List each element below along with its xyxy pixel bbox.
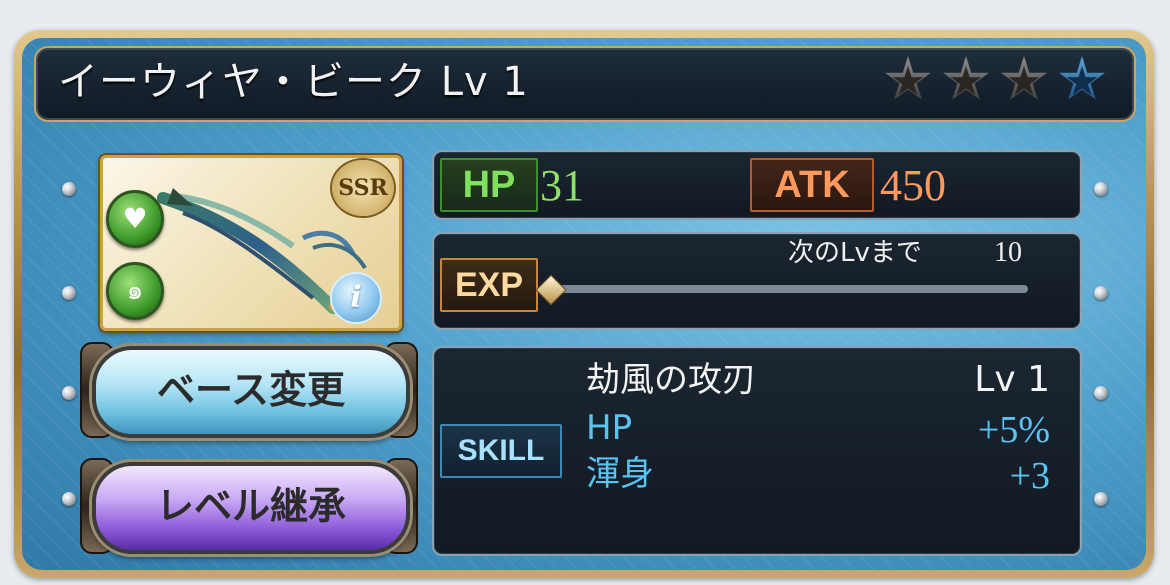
rivet [1094, 492, 1108, 506]
info-icon[interactable]: i [330, 272, 382, 324]
exp-label: EXP [440, 258, 538, 312]
hp-label: HP [440, 158, 538, 212]
ssr-badge: SSR [332, 160, 394, 216]
star-filled-icon [1000, 56, 1048, 100]
exp-progress-bar [552, 285, 1028, 293]
skill-name: 劫風の攻刃 [586, 360, 756, 400]
star-filled-icon [884, 56, 932, 100]
weapon-title: イーウィヤ・ビーク Lv 1 [58, 59, 529, 105]
rivet [62, 286, 76, 300]
change-base-button[interactable]: ベース変更 [92, 346, 410, 438]
rivet [62, 386, 76, 400]
skill-level: Lv 1 [974, 359, 1050, 400]
skill-label: SKILL [440, 424, 562, 478]
atk-label: ATK [750, 158, 874, 212]
rivet [62, 182, 76, 196]
skill-effect-value: +3 [1009, 455, 1050, 497]
next-level-value: 10 [994, 237, 1022, 268]
rarity-stars [884, 52, 1114, 108]
inherit-level-button[interactable]: レベル継承 [92, 462, 410, 554]
rivet [1094, 386, 1108, 400]
star-empty-icon [1058, 56, 1106, 100]
rivet [1094, 286, 1108, 300]
wind-element-icon: ๑ [106, 262, 164, 320]
next-level-text: 次のLvまで [788, 238, 922, 268]
rivet [62, 492, 76, 506]
skill-effect-name: HP [586, 408, 633, 448]
rivet [1094, 182, 1108, 196]
skill-effect-value: +5% [977, 409, 1050, 451]
hp-value: 31 [540, 161, 584, 210]
heart-icon[interactable]: ♥ [106, 190, 164, 248]
star-filled-icon [942, 56, 990, 100]
skill-effect-name: 渾身 [586, 454, 654, 494]
atk-value: 450 [880, 161, 946, 210]
